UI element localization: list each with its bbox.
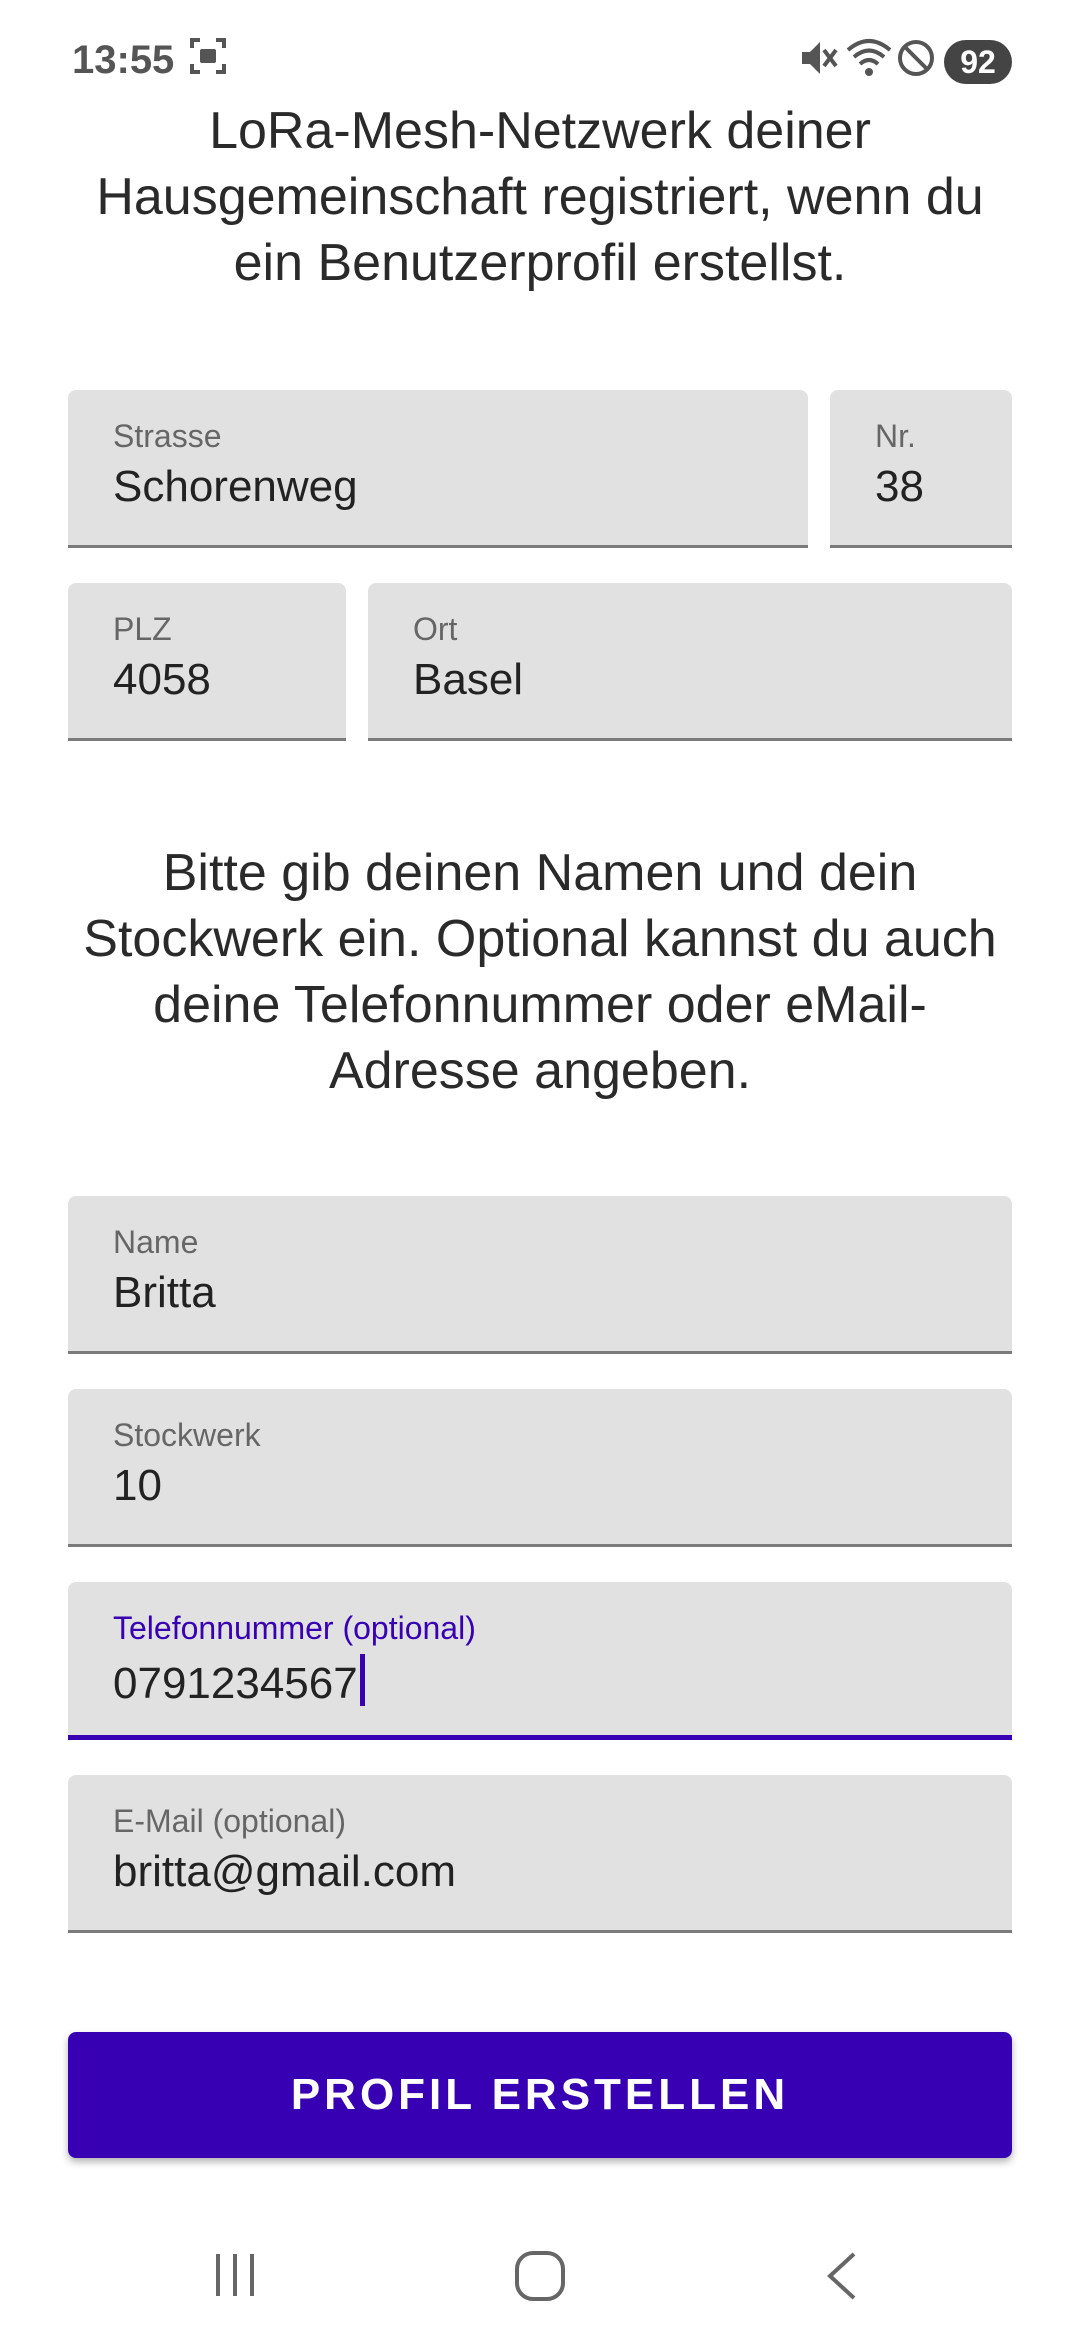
- floor-label: Stockwerk: [113, 1417, 261, 1453]
- street-label: Strasse: [113, 418, 222, 454]
- status-time: 13:55: [72, 38, 175, 82]
- screenshot-icon: [188, 36, 228, 81]
- recent-apps-icon[interactable]: [210, 2250, 260, 2305]
- name-label: Name: [113, 1224, 199, 1260]
- house-number-label: Nr.: [875, 418, 916, 454]
- phone-field[interactable]: Telefonnummer (optional) 0791234567: [68, 1582, 1012, 1740]
- create-profile-button[interactable]: PROFIL ERSTELLEN: [68, 2032, 1012, 2158]
- battery-badge: 92: [944, 40, 1012, 84]
- city-value[interactable]: Basel: [413, 655, 523, 705]
- phone-value-wrap[interactable]: 0791234567: [113, 1654, 365, 1709]
- navigation-bar: [0, 2220, 1080, 2340]
- street-field[interactable]: Strasse Schorenweg: [68, 390, 808, 548]
- name-field[interactable]: Name Britta: [68, 1196, 1012, 1354]
- home-icon[interactable]: [514, 2250, 566, 2307]
- wifi-icon: [846, 36, 892, 85]
- email-label: E-Mail (optional): [113, 1803, 346, 1839]
- city-field[interactable]: Ort Basel: [368, 583, 1012, 741]
- intro-text: LoRa-Mesh-Netzwerk deiner Hausgemeinscha…: [96, 102, 984, 292]
- zip-label: PLZ: [113, 611, 172, 647]
- zip-field[interactable]: PLZ 4058: [68, 583, 346, 741]
- instructions-text: Bitte gib deinen Namen und dein Stockwer…: [83, 844, 997, 1100]
- house-number-field[interactable]: Nr. 38: [830, 390, 1012, 548]
- phone-value[interactable]: 0791234567: [113, 1659, 358, 1708]
- city-label: Ort: [413, 611, 458, 647]
- house-number-value[interactable]: 38: [875, 462, 924, 512]
- text-cursor: [359, 1654, 365, 1706]
- zip-value[interactable]: 4058: [113, 655, 211, 705]
- name-value[interactable]: Britta: [113, 1268, 216, 1318]
- phone-label: Telefonnummer (optional): [113, 1610, 476, 1646]
- floor-field[interactable]: Stockwerk 10: [68, 1389, 1012, 1547]
- floor-value[interactable]: 10: [113, 1461, 162, 1511]
- street-value[interactable]: Schorenweg: [113, 462, 358, 512]
- mute-icon: [798, 36, 838, 85]
- do-not-disturb-icon: [896, 36, 936, 85]
- email-value[interactable]: britta@gmail.com: [113, 1847, 456, 1897]
- email-field[interactable]: E-Mail (optional) britta@gmail.com: [68, 1775, 1012, 1933]
- back-icon[interactable]: [822, 2250, 862, 2307]
